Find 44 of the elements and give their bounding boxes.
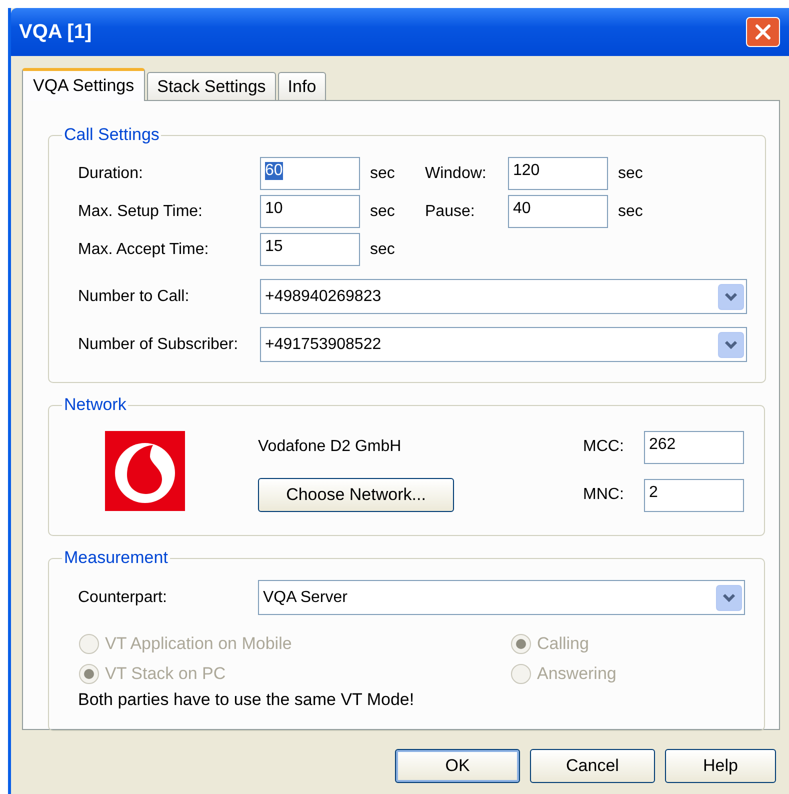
logo-icon xyxy=(105,431,185,511)
tab[interactable]: Info xyxy=(278,72,326,100)
chevron-down-icon xyxy=(718,284,744,310)
tab[interactable]: VQA Settings xyxy=(22,68,146,101)
close-button[interactable] xyxy=(746,17,780,47)
dialog-button[interactable]: Cancel xyxy=(530,749,655,783)
input-field[interactable]: 10 xyxy=(260,195,360,228)
field-label: Pause: xyxy=(425,202,476,220)
unit-label: sec xyxy=(369,240,396,258)
unit-label: sec xyxy=(617,164,644,182)
note-text: Both parties have to use the same VT Mode! xyxy=(78,690,416,710)
field-label: Max. Setup Time: xyxy=(78,202,204,220)
group-title: Measurement xyxy=(63,548,169,568)
group-title: Call Settings xyxy=(63,125,160,145)
chevron-down-icon xyxy=(716,584,742,610)
input-field[interactable]: 60 xyxy=(260,157,360,190)
combo-box[interactable]: +498940269823 xyxy=(260,279,747,314)
input-field[interactable]: 2 xyxy=(644,478,744,512)
close-icon xyxy=(754,23,772,41)
unit-label: sec xyxy=(617,202,644,220)
unit-label: sec xyxy=(369,164,396,182)
input-field[interactable]: 262 xyxy=(644,430,744,464)
unit-label: sec xyxy=(369,202,396,220)
field-label: MNC: xyxy=(583,486,625,504)
field-label: Window: xyxy=(425,164,488,182)
field-label: Number of Subscriber: xyxy=(78,336,240,354)
group-title: Network xyxy=(63,395,128,415)
field-label: Max. Accept Time: xyxy=(78,240,210,258)
field-label: Duration: xyxy=(78,164,144,182)
field-label: MCC: xyxy=(583,438,625,456)
choose-network-button[interactable]: Choose Network... xyxy=(258,478,454,512)
input-field[interactable]: 120 xyxy=(508,157,608,190)
tab[interactable]: Stack Settings xyxy=(147,72,276,100)
field-label: Number to Call: xyxy=(78,288,190,306)
input-field[interactable]: 15 xyxy=(260,233,360,266)
combo-box[interactable]: VQA Server xyxy=(258,580,745,615)
dialog-button[interactable]: Help xyxy=(665,749,776,783)
operator-name: Vodafone D2 GmbH xyxy=(258,438,402,456)
chevron-down-icon xyxy=(718,332,744,358)
dialog-button[interactable]: OK xyxy=(395,749,520,783)
field-label: Counterpart: xyxy=(78,588,168,606)
input-field[interactable]: 40 xyxy=(508,195,608,228)
combo-box[interactable]: +491753908522 xyxy=(260,327,747,362)
window-title: VQA [1] xyxy=(19,20,92,44)
